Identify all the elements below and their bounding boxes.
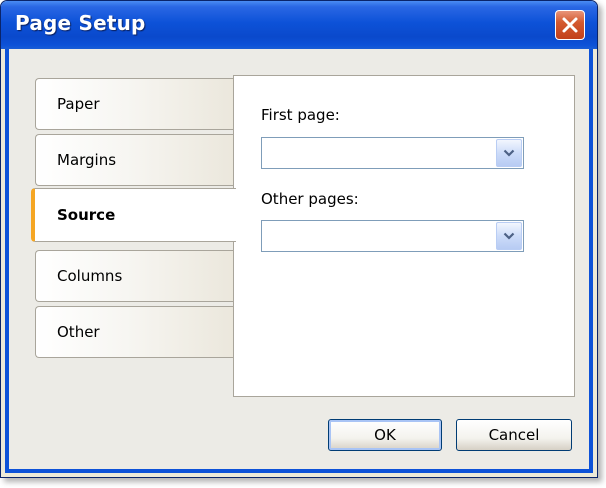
tab-label: Paper (57, 95, 100, 113)
tab-margins[interactable]: Margins (35, 134, 235, 186)
first-page-label: First page: (261, 106, 340, 124)
chevron-down-icon (503, 149, 515, 157)
first-page-select[interactable] (261, 137, 524, 169)
tab-label: Other (57, 323, 100, 341)
ok-label: OK (374, 426, 396, 444)
tab-source[interactable]: Source (31, 188, 236, 242)
close-icon (561, 16, 579, 34)
close-button[interactable] (555, 10, 585, 40)
cancel-button[interactable]: Cancel (456, 419, 572, 451)
other-pages-dropdown-button[interactable] (496, 222, 522, 250)
other-pages-label: Other pages: (261, 190, 359, 208)
other-pages-select[interactable] (261, 220, 524, 252)
chevron-down-icon (503, 232, 515, 240)
dialog-title: Page Setup (15, 11, 146, 35)
title-bar[interactable]: Page Setup (1, 1, 597, 49)
cancel-label: Cancel (488, 426, 540, 444)
tab-label: Source (57, 206, 116, 224)
ok-button[interactable]: OK (328, 419, 442, 451)
tab-label: Margins (57, 151, 117, 169)
tab-other[interactable]: Other (35, 306, 235, 358)
tab-columns[interactable]: Columns (35, 250, 235, 302)
first-page-dropdown-button[interactable] (496, 139, 522, 167)
source-panel: First page: Other pages: (233, 75, 575, 397)
tab-label: Columns (57, 267, 123, 285)
tab-paper[interactable]: Paper (35, 78, 235, 130)
